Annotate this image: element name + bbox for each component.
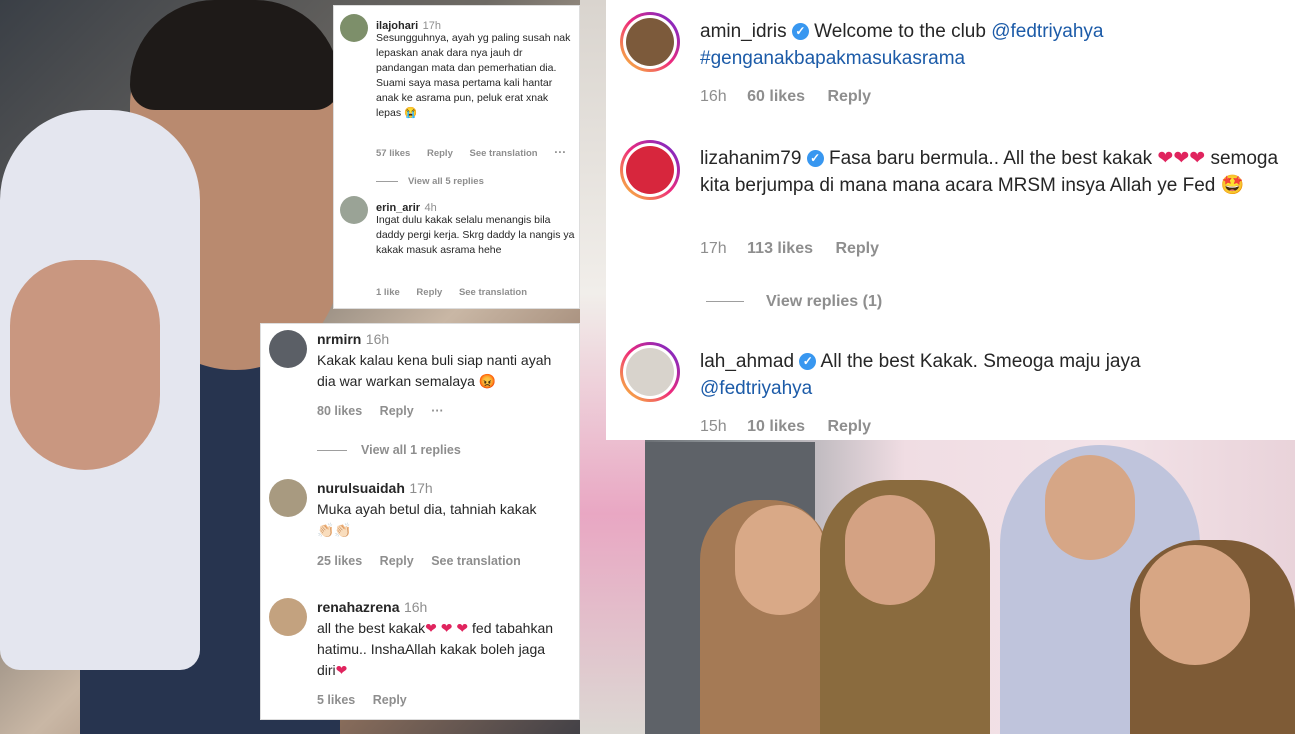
username[interactable]: lizahanim79 [700,148,801,169]
clapping-emoji-icon: 👏🏻👏🏻 [317,522,352,538]
divider-line [376,180,398,182]
likes-count[interactable]: 10 likes [747,418,805,435]
comment-actions: 17h 113 likes Reply [700,240,893,258]
photo-mother-face [1045,455,1135,560]
comment-text: amin_idris ✓ Welcome to the club @fedtri… [700,21,1104,69]
photo-child-1-face [735,505,825,615]
see-translation-link[interactable]: See translation [470,148,538,159]
reply-button[interactable]: Reply [380,404,414,418]
reply-button[interactable]: Reply [427,148,453,159]
likes-count[interactable]: 57 likes [376,148,410,159]
angry-emoji-icon: 😡 [478,373,497,389]
crying-emoji-icon: 😭 [404,107,418,119]
likes-count[interactable]: 25 likes [317,554,362,568]
avatar[interactable] [340,14,368,42]
reply-button[interactable]: Reply [380,554,414,568]
likes-count[interactable]: 1 like [376,287,400,298]
heart-icon: ❤ [440,620,453,636]
comment-actions: 15h 10 likes Reply [700,418,885,436]
heart-icon: ❤ [335,662,348,678]
comment-actions: 80 likes Reply ··· [317,404,458,418]
timestamp: 16h [365,331,390,347]
verified-badge-icon: ✓ [791,23,809,41]
comment-text: Sesungguhnya, ayah yg paling susah nak l… [376,32,571,119]
photo-child-2-face [845,495,935,605]
avatar[interactable] [269,598,307,636]
heart-icon: ❤ [425,620,437,636]
username[interactable]: nrmirn [317,331,361,347]
likes-count[interactable]: 80 likes [317,404,362,418]
verified-badge-icon: ✓ [799,353,817,371]
comment-text: lizahanim79 ✓ Fasa baru bermula.. All th… [700,148,1279,196]
username[interactable]: lah_ahmad [700,351,794,372]
heart-icon: ❤ [1173,148,1190,169]
timestamp: 15h [700,418,727,435]
avatar[interactable] [620,140,680,200]
divider-line [706,301,744,303]
mention-link[interactable]: @fedtriyahya [700,378,812,399]
avatar[interactable] [620,12,680,72]
comment-actions: 25 likes Reply See translation [317,554,535,568]
view-replies[interactable]: View replies (1) [706,293,896,311]
see-translation-link[interactable]: See translation [459,287,527,298]
heart-icon: ❤ [1189,148,1206,169]
username[interactable]: renahazrena [317,599,399,615]
reply-button[interactable]: Reply [827,418,871,435]
timestamp: 16h [700,88,727,105]
likes-count[interactable]: 60 likes [747,88,805,105]
likes-count[interactable]: 5 likes [317,693,355,707]
heart-icon: ❤ [1157,148,1174,169]
more-options-icon[interactable]: ··· [431,404,444,418]
verified-badge-icon: ✓ [806,150,824,168]
username[interactable]: amin_idris [700,21,787,42]
comment-actions: 1 like Reply See translation [376,287,541,298]
comment-text: Kakak kalau kena buli siap nanti ayah di… [317,352,552,389]
reply-button[interactable]: Reply [827,88,871,105]
comment-actions: 5 likes Reply [317,693,421,707]
avatar[interactable] [269,479,307,517]
reply-button[interactable]: Reply [373,693,407,707]
mention-link[interactable]: @fedtriyahya [991,21,1103,42]
view-replies[interactable]: View all 5 replies [376,176,498,187]
reply-button[interactable]: Reply [835,240,879,257]
username[interactable]: nurulsuaidah [317,480,405,496]
avatar[interactable] [269,330,307,368]
star-struck-emoji-icon: 🤩 [1220,175,1245,196]
view-replies[interactable]: View all 1 replies [317,443,475,457]
timestamp: 17h [700,240,727,257]
photo-girl-face [10,260,160,470]
comment-text: Muka ayah betul dia, tahniah kakak 👏🏻👏🏻 [317,501,537,538]
likes-count[interactable]: 113 likes [747,240,813,257]
comment-card-middle: nrmirn 16h Kakak kalau kena buli siap na… [260,323,580,720]
more-options-icon[interactable]: ··· [554,145,566,159]
comment-text: lah_ahmad ✓ All the best Kakak. Smeoga m… [700,351,1141,399]
comment-actions: 16h 60 likes Reply [700,88,885,106]
avatar[interactable] [340,196,368,224]
hashtag-link[interactable]: #genganakbapakmasukasrama [700,48,965,69]
comment-text: all the best kakak❤ ❤ ❤ fed tabahkan hat… [317,620,554,678]
comment-card-top: ilajohari 17h Sesungguhnya, ayah yg pali… [333,5,580,309]
heart-icon: ❤ [456,620,469,636]
reply-button[interactable]: Reply [416,287,442,298]
divider-line [317,450,347,452]
comment-text: Ingat dulu kakak selalu menangis bila da… [376,214,575,256]
timestamp: 16h [403,599,428,615]
avatar[interactable] [620,342,680,402]
see-translation-link[interactable]: See translation [431,554,521,568]
timestamp: 17h [409,480,433,496]
comment-card-right: amin_idris ✓ Welcome to the club @fedtri… [606,0,1295,440]
comment-actions: 57 likes Reply See translation ··· [376,145,580,159]
photo-child-3-face [1140,545,1250,665]
